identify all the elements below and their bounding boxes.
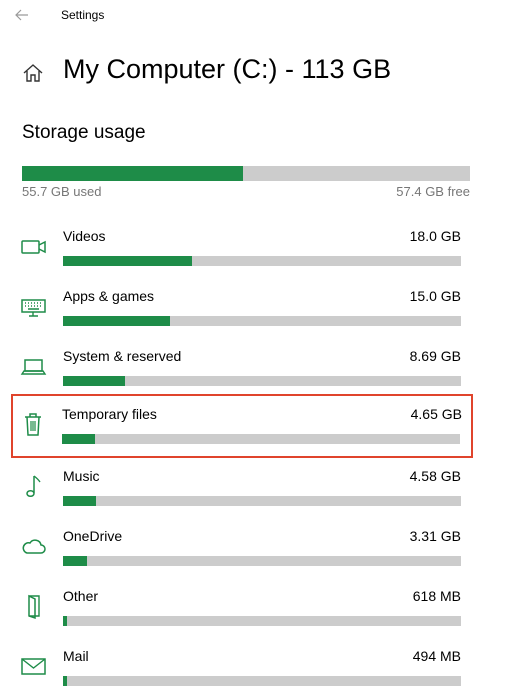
page-header: My Computer (C:) - 113 GB xyxy=(0,50,523,94)
category-system-reserved[interactable]: System & reserved 8.69 GB xyxy=(12,336,472,396)
category-usage-fill xyxy=(63,376,126,386)
category-size: 18.0 GB xyxy=(409,228,461,244)
page-title: My Computer (C:) - 113 GB xyxy=(63,54,392,84)
category-usage-fill xyxy=(63,676,67,686)
category-size: 4.58 GB xyxy=(409,468,461,484)
category-usage-bar xyxy=(63,676,461,686)
app-title: Settings xyxy=(61,8,105,22)
category-usage-bar xyxy=(63,316,461,326)
music-note-icon xyxy=(26,475,41,498)
trash-icon xyxy=(25,413,41,436)
back-arrow-icon xyxy=(15,9,28,21)
home-icon xyxy=(23,64,43,82)
mail-icon xyxy=(21,658,46,675)
category-usage-fill xyxy=(62,434,96,444)
category-size: 8.69 GB xyxy=(409,348,461,364)
category-mail[interactable]: Mail 494 MB xyxy=(12,636,472,694)
title-bar: Settings xyxy=(0,0,523,32)
category-onedrive[interactable]: OneDrive 3.31 GB xyxy=(12,516,472,576)
category-name: Other xyxy=(63,588,99,604)
section-title: Storage usage xyxy=(22,122,146,143)
category-name: System & reserved xyxy=(63,348,182,364)
category-usage-bar xyxy=(63,616,461,626)
settings-window: Settings My Computer (C:) - 113 GB Stora… xyxy=(0,0,523,694)
video-camera-icon xyxy=(21,240,46,254)
category-apps-games[interactable]: Apps & games 15.0 GB xyxy=(12,276,472,336)
back-button[interactable] xyxy=(8,4,36,26)
category-name: Temporary files xyxy=(62,406,157,422)
category-usage-fill xyxy=(63,496,97,506)
category-size: 4.65 GB xyxy=(410,406,462,422)
category-name: Mail xyxy=(63,648,89,664)
keyboard-icon xyxy=(21,299,46,317)
category-size: 3.31 GB xyxy=(409,528,461,544)
category-other[interactable]: Other 618 MB xyxy=(12,576,472,636)
category-usage-bar xyxy=(63,376,461,386)
category-usage-fill xyxy=(63,616,68,626)
free-label: 57.4 GB free xyxy=(396,184,470,199)
category-size: 15.0 GB xyxy=(409,288,461,304)
category-usage-bar xyxy=(63,556,461,566)
category-usage-bar xyxy=(63,496,461,506)
category-usage-fill xyxy=(63,316,171,326)
category-usage-bar xyxy=(62,434,460,444)
category-usage-fill xyxy=(63,256,193,266)
category-name: Music xyxy=(63,468,100,484)
category-temporary-files[interactable]: Temporary files 4.65 GB xyxy=(11,394,473,458)
laptop-icon xyxy=(20,359,47,375)
category-usage-bar xyxy=(63,256,461,266)
total-usage-fill xyxy=(22,166,243,181)
category-name: Videos xyxy=(63,228,106,244)
category-music[interactable]: Music 4.58 GB xyxy=(12,456,472,516)
category-videos[interactable]: Videos 18.0 GB xyxy=(12,216,472,276)
total-usage-bar xyxy=(22,166,470,181)
category-size: 494 MB xyxy=(412,648,461,664)
category-size: 618 MB xyxy=(412,588,461,604)
cloud-icon xyxy=(22,539,46,554)
category-usage-fill xyxy=(63,556,87,566)
category-name: Apps & games xyxy=(63,288,155,304)
category-name: OneDrive xyxy=(63,528,123,544)
used-label: 55.7 GB used xyxy=(22,184,102,199)
folder-door-icon xyxy=(28,594,40,620)
